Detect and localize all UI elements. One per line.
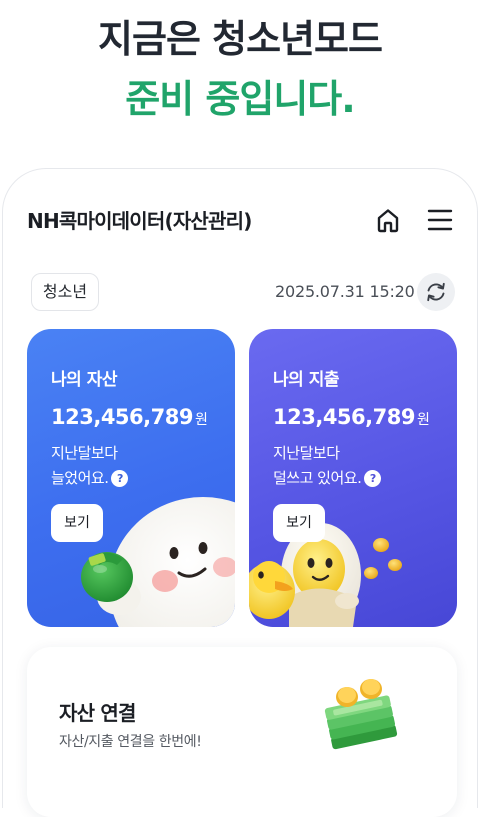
menu-button[interactable]	[425, 205, 455, 235]
hero-title: 지금은 청소년모드	[98, 17, 383, 61]
asset-connect-card[interactable]: 자산 연결 자산/지출 연결을 한번에!	[27, 647, 457, 817]
mode-badge: 청소년	[31, 273, 99, 311]
card-title: 나의 자산	[51, 370, 117, 390]
connect-subtitle: 자산/지출 연결을 한번에!	[59, 734, 202, 750]
phone-frame: NH콕마이데이터(자산관리) 청소년 2025.07.31 15:20 나의 자…	[2, 168, 478, 817]
refresh-icon	[427, 282, 445, 302]
spending-desc-line1: 지난달보다	[273, 444, 340, 462]
home-button[interactable]	[373, 205, 403, 235]
assets-amount: 123,456,789 원	[51, 405, 208, 429]
home-icon	[377, 209, 399, 233]
hero-subtitle: 준비 중입니다.	[125, 77, 355, 121]
spending-amount: 123,456,789 원	[273, 405, 430, 429]
spending-desc-line2: 덜쓰고 있어요.?	[273, 467, 382, 488]
assets-view-button[interactable]: 보기	[51, 504, 103, 542]
assets-desc-line1: 지난달보다	[51, 444, 118, 462]
refresh-button[interactable]	[417, 273, 455, 311]
spending-view-button[interactable]: 보기	[273, 504, 325, 542]
app-title: NH콕마이데이터(자산관리)	[27, 209, 252, 233]
assets-desc-line2: 늘었어요.?	[51, 467, 129, 488]
my-spending-card[interactable]: 나의 지출 123,456,789 원 지난달보다 덜쓰고 있어요.? 보기	[249, 329, 457, 627]
my-assets-card[interactable]: 나의 자산 123,456,789 원 지난달보다 늘었어요.? 보기	[27, 329, 235, 627]
card-title: 나의 지출	[273, 370, 339, 390]
help-icon[interactable]: ?	[364, 470, 382, 487]
menu-icon	[427, 209, 453, 231]
money-stack-icon	[324, 679, 398, 750]
last-updated-timestamp: 2025.07.31 15:20	[275, 282, 415, 301]
help-icon[interactable]: ?	[111, 470, 129, 487]
connect-title: 자산 연결	[59, 701, 136, 725]
